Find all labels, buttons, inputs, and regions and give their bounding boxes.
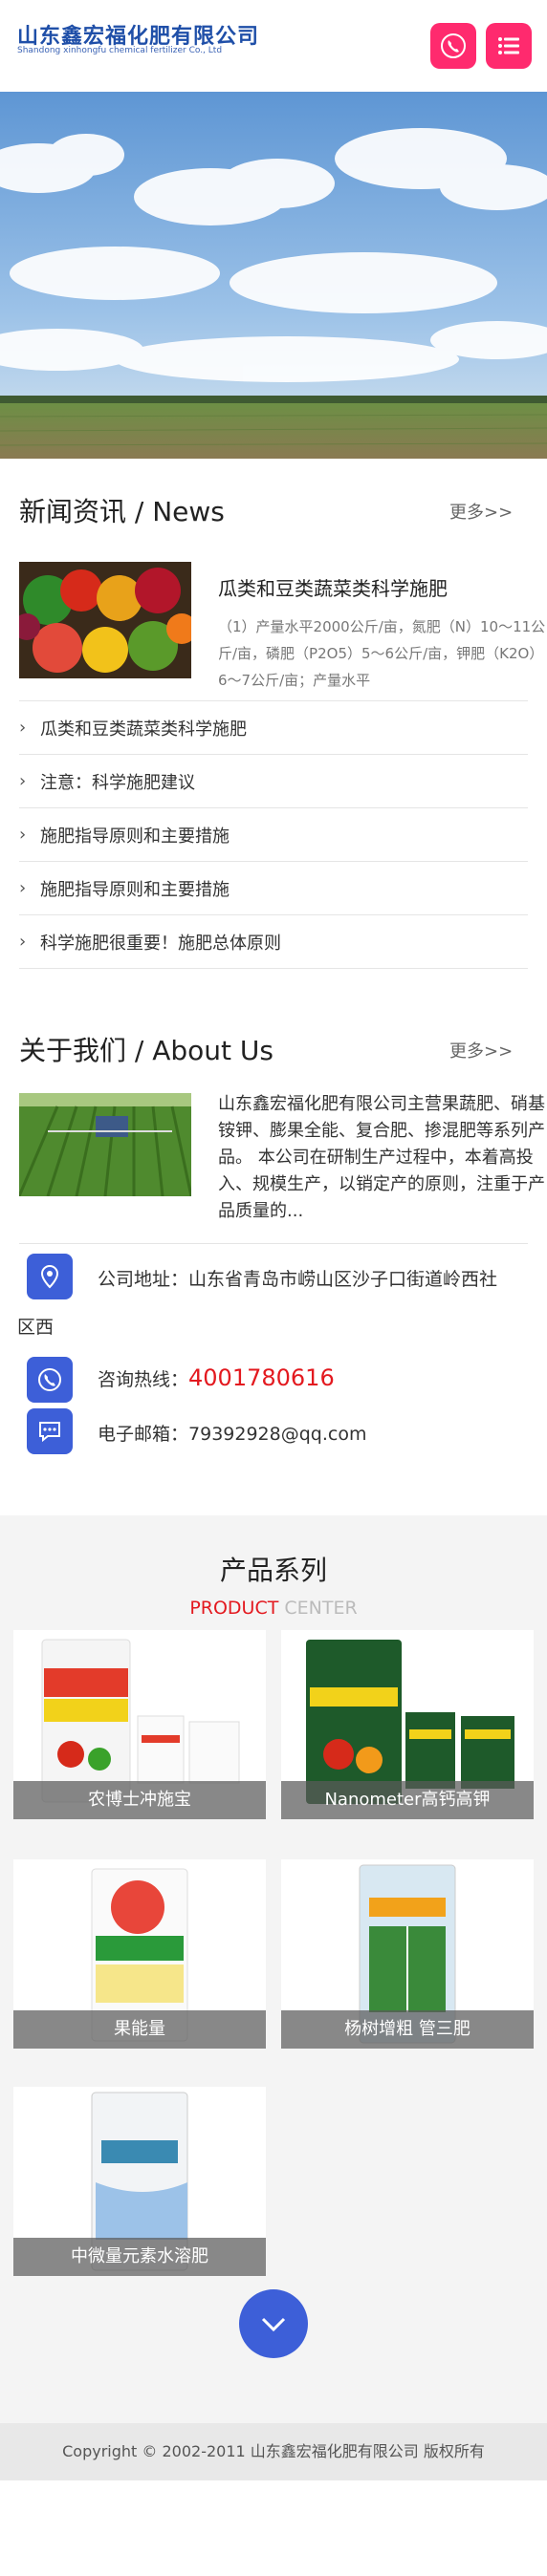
hotline-text: 咨询热线：4001780616 [98, 1364, 335, 1391]
hotline-number[interactable]: 4001780616 [188, 1364, 335, 1391]
news-list-item[interactable]: › 施肥指导原则和主要措施 [19, 808, 528, 862]
address-continued: 区西 [17, 1317, 55, 1338]
featured-news-image[interactable] [19, 562, 191, 678]
chevron-right-icon: › [19, 878, 27, 898]
product-name: 杨树增粗 管三肥 [281, 2010, 534, 2049]
chevron-right-icon: › [19, 825, 27, 845]
news-list-item[interactable]: › 注意：科学施肥建议 [19, 755, 528, 808]
featured-news[interactable]: 瓜类和豆类蔬菜类科学施肥 （1）产量水平2000公斤/亩，氮肥（N）10～11公… [19, 535, 545, 701]
news-section-title: 新闻资讯 / News [19, 496, 225, 527]
phone-icon [441, 33, 466, 58]
email-text: 电子邮箱：79392928@qq.com [98, 1420, 366, 1446]
about-description: 山东鑫宏福化肥有限公司主营果蔬肥、硝基铵钾、膨果全能、复合肥、掺混肥等系列产品。… [218, 1094, 545, 1221]
address-label: 公司地址： [98, 1269, 189, 1290]
news-item-title: 施肥指导原则和主要措施 [40, 879, 230, 900]
news-list-item[interactable]: › 瓜类和豆类蔬菜类科学施肥 [19, 701, 528, 755]
email-row[interactable]: 电子邮箱：79392928@qq.com [19, 1406, 528, 1458]
hotline-label: 咨询热线： [98, 1369, 189, 1390]
news-list-item[interactable]: › 施肥指导原则和主要措施 [19, 862, 528, 915]
products-section: 产品系列 PRODUCT CENTER 农博士冲施宝 Nanometer高钙高钾 [0, 1515, 547, 2423]
about-summary: 山东鑫宏福化肥有限公司主营果蔬肥、硝基铵钾、膨果全能、复合肥、掺混肥等系列产品。… [19, 1074, 545, 1244]
news-item-title: 注意：科学施肥建议 [40, 772, 195, 793]
chevron-right-icon: › [19, 932, 27, 952]
product-name: 农博士冲施宝 [13, 1781, 266, 1819]
menu-icon [498, 37, 519, 54]
news-item-title: 瓜类和豆类蔬菜类科学施肥 [40, 719, 247, 740]
about-image [19, 1093, 191, 1196]
copyright-text: Copyright © 2002-2011 山东鑫宏福化肥有限公司 版权所有 [62, 2442, 485, 2460]
products-subtitle: PRODUCT CENTER [189, 1598, 358, 1619]
email-label: 电子邮箱： [98, 1424, 189, 1445]
news-section-header: 新闻资讯 / News 更多>> [0, 459, 547, 535]
about-section-title: 关于我们 / About Us [19, 1035, 274, 1066]
hero-banner [0, 92, 547, 459]
about-section-header: 关于我们 / About Us 更多>> [0, 998, 547, 1074]
site-footer: Copyright © 2002-2011 山东鑫宏福化肥有限公司 版权所有 [0, 2423, 547, 2480]
location-icon [27, 1254, 73, 1299]
product-name: 中微量元素水溶肥 [13, 2238, 266, 2276]
address-text: 公司地址：山东省青岛市崂山区沙子口街道岭西社 [98, 1265, 497, 1291]
phone-icon [27, 1357, 73, 1403]
contact-info: 公司地址：山东省青岛市崂山区沙子口街道岭西社 区西 咨询热线：400178061… [17, 1252, 528, 1458]
address-row: 公司地址：山东省青岛市崂山区沙子口街道岭西社 [19, 1252, 528, 1303]
news-list: › 瓜类和豆类蔬菜类科学施肥 › 注意：科学施肥建议 › 施肥指导原则和主要措施… [19, 701, 528, 969]
email-value[interactable]: 79392928@qq.com [188, 1424, 366, 1445]
product-name: 果能量 [13, 2010, 266, 2049]
featured-news-excerpt: （1）产量水平2000公斤/亩，氮肥（N）10～11公斤/亩，磷肥（P2O5）5… [218, 618, 546, 689]
news-list-item[interactable]: › 科学施肥很重要！施肥总体原则 [19, 915, 528, 969]
chevron-right-icon: › [19, 718, 27, 738]
product-card[interactable]: 果能量 [13, 1859, 266, 2049]
hotline-row[interactable]: 咨询热线：4001780616 [19, 1355, 528, 1406]
product-name: Nanometer高钙高钾 [281, 1781, 534, 1819]
address-value: 山东省青岛市崂山区沙子口街道岭西社 [188, 1269, 498, 1290]
address-row-continued: 区西 [17, 1303, 528, 1355]
scroll-down-button[interactable] [239, 2289, 308, 2358]
product-card[interactable]: 中微量元素水溶肥 [13, 2087, 266, 2276]
about-more-link[interactable]: 更多>> [449, 1038, 513, 1063]
menu-button[interactable] [486, 23, 532, 69]
site-header: 山东鑫宏福化肥有限公司 Shandong xinhongfu chemical … [0, 0, 547, 92]
chevron-right-icon: › [19, 771, 27, 791]
news-more-link[interactable]: 更多>> [449, 499, 513, 524]
message-icon [27, 1408, 73, 1454]
chevron-down-icon [261, 2317, 286, 2332]
phone-button[interactable] [430, 23, 476, 69]
product-card[interactable]: Nanometer高钙高钾 [281, 1630, 534, 1819]
products-title: 产品系列 [219, 1555, 327, 1586]
brand-english-name: Shandong xinhongfu chemical fertilizer C… [17, 46, 223, 55]
featured-news-title[interactable]: 瓜类和豆类蔬菜类科学施肥 [218, 573, 448, 601]
product-card[interactable]: 农博士冲施宝 [13, 1630, 266, 1819]
news-item-title: 科学施肥很重要！施肥总体原则 [40, 933, 281, 954]
news-item-title: 施肥指导原则和主要措施 [40, 826, 230, 847]
product-card[interactable]: 杨树增粗 管三肥 [281, 1859, 534, 2049]
